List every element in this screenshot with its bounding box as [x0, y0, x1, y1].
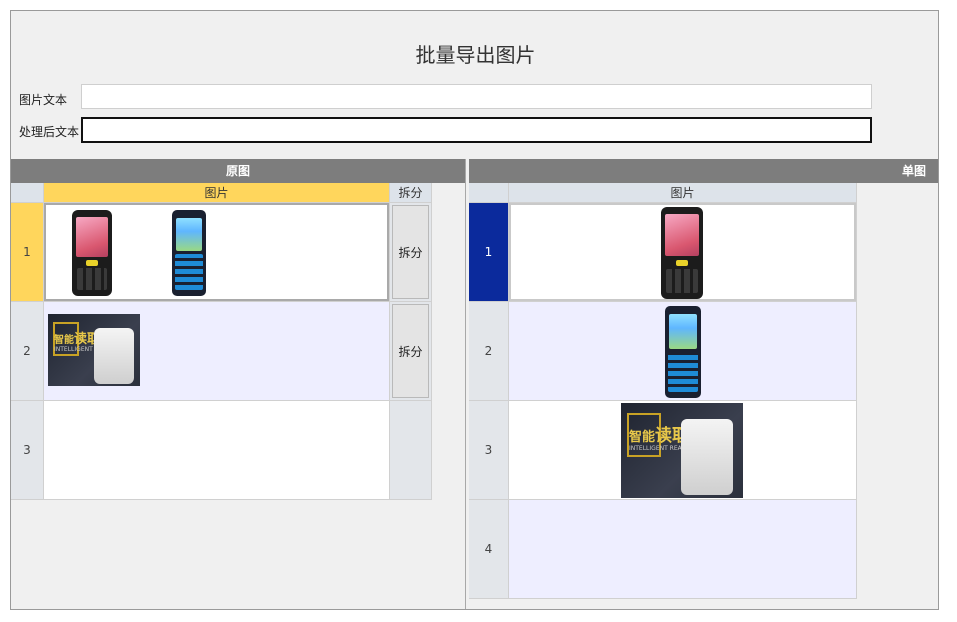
- split-cell[interactable]: [390, 401, 432, 500]
- rugged-handheld-image: [665, 306, 701, 398]
- row-header[interactable]: 1: [11, 203, 44, 302]
- corner-cell: [469, 183, 509, 203]
- card-reader-ad-image: 智能读取 INTELLIGENT READING: [621, 403, 743, 498]
- image-text-label: 图片文本: [19, 93, 68, 107]
- row-header[interactable]: 3: [11, 401, 44, 500]
- single-panel-header: 单图: [469, 159, 938, 183]
- android-phone-image: [661, 207, 703, 299]
- batch-export-window: 批量导出图片 图片文本 处理后文本 原图 单图 图片 拆分 1 拆分 2 智能读…: [10, 10, 939, 610]
- column-header-split[interactable]: 拆分: [390, 183, 432, 203]
- image-cell[interactable]: [44, 401, 390, 500]
- corner-cell: [11, 183, 44, 203]
- processed-text-label: 处理后文本: [19, 125, 80, 139]
- image-cell[interactable]: [44, 203, 390, 302]
- split-cell: 拆分: [390, 203, 432, 302]
- row-header[interactable]: 4: [469, 500, 509, 599]
- image-cell[interactable]: 智能读取 INTELLIGENT READING: [44, 302, 390, 401]
- row-header[interactable]: 3: [469, 401, 509, 500]
- column-header-image[interactable]: 图片: [509, 183, 857, 203]
- image-cell[interactable]: [509, 203, 857, 302]
- card-reader-ad-image: 智能读取 INTELLIGENT READING: [48, 314, 140, 386]
- split-cell: 拆分: [390, 302, 432, 401]
- rugged-handheld-image: [172, 210, 206, 296]
- image-text-input[interactable]: [81, 84, 872, 109]
- column-header-image[interactable]: 图片: [44, 183, 390, 203]
- row-header[interactable]: 2: [11, 302, 44, 401]
- page-title: 批量导出图片: [415, 43, 536, 67]
- image-cell[interactable]: [509, 500, 857, 599]
- android-phone-image: [72, 210, 112, 296]
- processed-text-input[interactable]: [81, 117, 872, 143]
- row-header[interactable]: 2: [469, 302, 509, 401]
- original-panel-header: 原图: [11, 159, 465, 183]
- image-cell[interactable]: [509, 302, 857, 401]
- split-button[interactable]: 拆分: [392, 304, 429, 398]
- row-header[interactable]: 1: [469, 203, 509, 302]
- image-cell[interactable]: 智能读取 INTELLIGENT READING: [509, 401, 857, 500]
- split-button[interactable]: 拆分: [392, 205, 429, 299]
